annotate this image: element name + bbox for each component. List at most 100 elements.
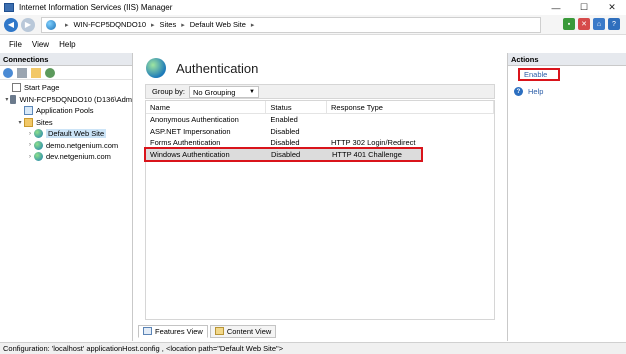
connect-icon[interactable] bbox=[3, 67, 13, 78]
breadcrumb[interactable]: ▸ WIN-FCP5DQNDO10 ▸ Sites ▸ Default Web … bbox=[41, 16, 541, 33]
tab-features-view[interactable]: Features View bbox=[138, 324, 208, 338]
start-page-icon bbox=[12, 83, 21, 93]
home-icon[interactable]: ⌂ bbox=[593, 18, 605, 30]
tree-item-default-web-site[interactable]: › Default Web Site bbox=[0, 128, 132, 140]
cell-name: Forms Authentication bbox=[150, 138, 221, 148]
tree-item-label: WIN-FCP5DQNDO10 (D136\Adm bbox=[19, 94, 132, 104]
main-panel: Authentication Group by: No Grouping ▼ N… bbox=[138, 53, 503, 341]
status-bar: Configuration: 'localhost' applicationHo… bbox=[0, 342, 626, 354]
help-icon: ? bbox=[514, 87, 523, 96]
connections-panel: Connections Start Page ▾ WIN-FCP5DQNDO10… bbox=[0, 53, 133, 341]
actions-panel: Actions Enable ? Help bbox=[507, 53, 626, 341]
feature-header: Authentication bbox=[138, 53, 503, 83]
server-icon bbox=[9, 94, 17, 104]
cell-name: ASP.NET Impersonation bbox=[150, 126, 231, 136]
connections-toolbar bbox=[0, 66, 132, 80]
forward-arrow-icon[interactable]: ▶ bbox=[21, 17, 35, 32]
view-tabs: Features View Content View bbox=[138, 324, 503, 338]
menu-bar: File View Help bbox=[0, 36, 626, 52]
maximize-button[interactable]: ☐ bbox=[570, 0, 598, 15]
tab-label: Content View bbox=[226, 326, 272, 336]
cell-status: Disabled bbox=[270, 138, 300, 148]
cell-status: Enabled bbox=[270, 115, 298, 125]
table-row[interactable]: Anonymous Authentication Enabled bbox=[146, 114, 494, 126]
tree-item-label: Default Web Site bbox=[46, 129, 107, 139]
enable-link[interactable]: Enable bbox=[518, 68, 560, 81]
chevron-right-icon[interactable]: › bbox=[26, 131, 34, 137]
help-icon[interactable]: ? bbox=[608, 18, 620, 30]
column-header-name[interactable]: Name bbox=[146, 100, 267, 114]
breadcrumb-server[interactable]: WIN-FCP5DQNDO10 bbox=[74, 20, 147, 29]
column-header-status[interactable]: Status bbox=[266, 100, 327, 114]
stop-icon[interactable]: ✕ bbox=[578, 18, 590, 30]
tree-item-label: dev.netgenium.com bbox=[46, 152, 111, 162]
tree-item-dev-site[interactable]: › dev.netgenium.com bbox=[0, 151, 132, 163]
tree-item-app-pools[interactable]: Application Pools bbox=[0, 105, 132, 117]
chevron-down-icon: ▼ bbox=[248, 88, 255, 95]
tree-item-start-page[interactable]: Start Page bbox=[0, 82, 132, 94]
tree-item-demo-site[interactable]: › demo.netgenium.com bbox=[0, 140, 132, 152]
window-controls: — ☐ ✕ bbox=[542, 0, 626, 15]
group-by-value: No Grouping bbox=[192, 87, 236, 97]
authentication-globe-icon bbox=[146, 58, 166, 78]
chevron-down-icon[interactable]: ▾ bbox=[16, 119, 24, 126]
breadcrumb-sep: ▸ bbox=[250, 21, 255, 29]
tree-item-sites[interactable]: ▾ Sites bbox=[0, 117, 132, 129]
cell-response: HTTP 302 Login/Redirect bbox=[330, 138, 416, 148]
enable-label: Enable bbox=[524, 70, 548, 79]
title-bar: Internet Information Services (IIS) Mana… bbox=[0, 0, 626, 15]
tree-item-label: Sites bbox=[36, 117, 53, 127]
connect-site-icon[interactable] bbox=[45, 67, 55, 78]
cell-name: Anonymous Authentication bbox=[150, 115, 239, 125]
refresh-icon[interactable]: ▪ bbox=[563, 18, 575, 30]
address-bar: ◀ ▶ ▸ WIN-FCP5DQNDO10 ▸ Sites ▸ Default … bbox=[0, 15, 626, 35]
group-by-bar: Group by: No Grouping ▼ bbox=[145, 84, 495, 99]
tab-content-view[interactable]: Content View bbox=[209, 324, 277, 338]
cell-response: HTTP 401 Challenge bbox=[332, 149, 402, 159]
tab-label: Features View bbox=[155, 326, 203, 336]
menu-help[interactable]: Help bbox=[54, 40, 80, 49]
close-button[interactable]: ✕ bbox=[598, 0, 626, 15]
website-globe-icon bbox=[34, 140, 43, 150]
breadcrumb-sep: ▸ bbox=[151, 21, 155, 29]
help-link[interactable]: ? Help bbox=[514, 85, 543, 98]
table-row-selected[interactable]: Windows Authentication Disabled HTTP 401… bbox=[144, 146, 423, 162]
breadcrumb-sep: ▸ bbox=[65, 21, 69, 29]
cell-status: Disabled bbox=[271, 149, 301, 159]
content-view-icon bbox=[214, 327, 224, 335]
menu-file[interactable]: File bbox=[4, 40, 27, 49]
address-toolbar: ▪ ✕ ⌂ ? bbox=[563, 18, 620, 30]
breadcrumb-sep: ▸ bbox=[181, 21, 185, 29]
table-row[interactable]: ASP.NET Impersonation Disabled bbox=[146, 126, 494, 138]
table-row[interactable]: Forms Authentication Disabled HTTP 302 L… bbox=[146, 137, 494, 149]
chevron-right-icon[interactable]: › bbox=[26, 142, 34, 148]
chevron-right-icon[interactable]: › bbox=[26, 154, 34, 160]
back-arrow-icon[interactable]: ◀ bbox=[4, 17, 18, 32]
tree-item-server[interactable]: ▾ WIN-FCP5DQNDO10 (D136\Adm bbox=[0, 94, 132, 106]
menu-view[interactable]: View bbox=[27, 40, 54, 49]
connections-header: Connections bbox=[0, 53, 132, 66]
group-by-select[interactable]: No Grouping ▼ bbox=[188, 85, 259, 98]
tree-item-label: demo.netgenium.com bbox=[46, 140, 119, 150]
help-label: Help bbox=[528, 87, 544, 96]
group-by-label: Group by: bbox=[152, 87, 185, 96]
authentication-table: Name Status Response Type Anonymous Auth… bbox=[144, 100, 495, 320]
connections-tree: Start Page ▾ WIN-FCP5DQNDO10 (D136\Adm A… bbox=[0, 80, 132, 163]
features-view-icon bbox=[143, 327, 152, 335]
app-pools-icon bbox=[24, 106, 33, 116]
globe-icon bbox=[46, 19, 56, 30]
column-header-response-type[interactable]: Response Type bbox=[327, 100, 495, 114]
minimize-button[interactable]: — bbox=[542, 0, 570, 15]
iis-app-icon bbox=[4, 3, 14, 12]
chevron-down-icon[interactable]: ▾ bbox=[4, 96, 10, 103]
actions-header: Actions bbox=[508, 53, 626, 66]
tree-item-label: Application Pools bbox=[36, 106, 94, 116]
breadcrumb-site[interactable]: Default Web Site bbox=[190, 20, 246, 29]
sites-folder-icon bbox=[24, 117, 33, 127]
breadcrumb-sites[interactable]: Sites bbox=[160, 20, 177, 29]
folder-icon[interactable] bbox=[31, 67, 41, 78]
save-icon[interactable] bbox=[17, 67, 27, 78]
table-header: Name Status Response Type bbox=[146, 100, 495, 114]
page-title: Authentication bbox=[176, 60, 259, 76]
website-globe-icon bbox=[34, 152, 43, 162]
